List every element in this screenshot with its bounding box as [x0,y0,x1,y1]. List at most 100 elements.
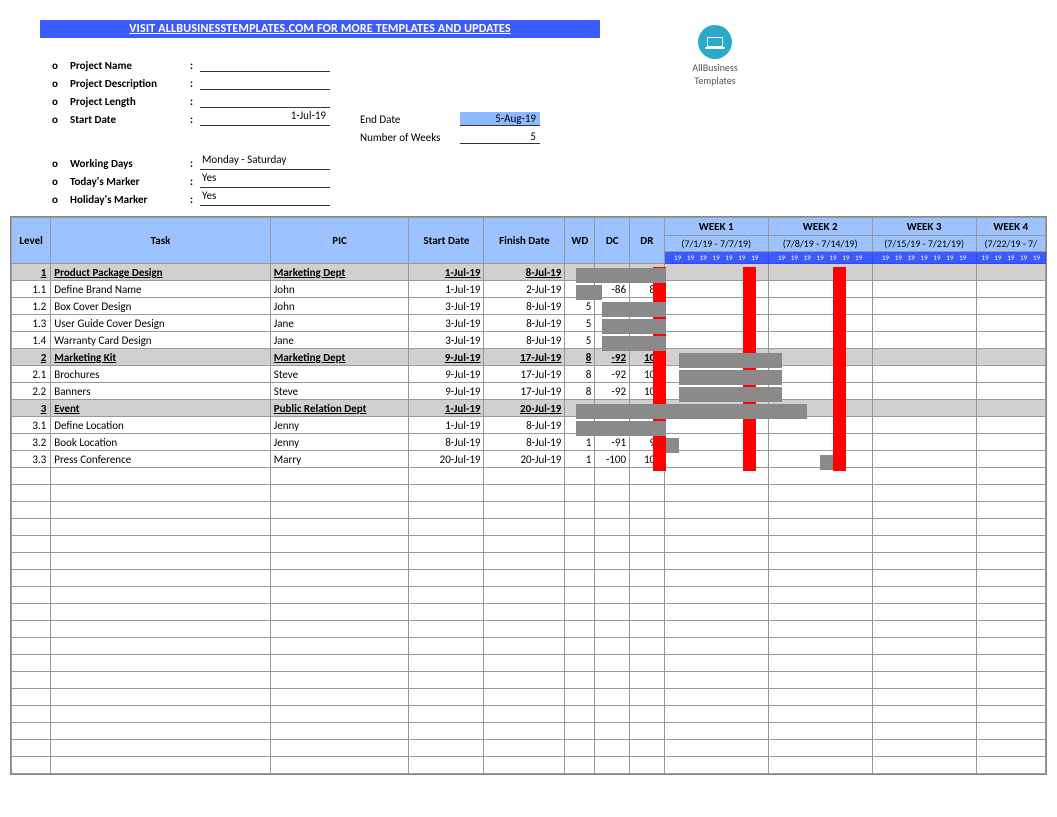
cell-level[interactable]: 1.2 [12,298,51,315]
col-level[interactable]: Level [12,218,51,264]
cell-task[interactable]: Brochures [51,366,271,383]
col-dc[interactable]: DC [595,218,630,264]
cell-level[interactable]: 3.2 [12,434,51,451]
cell-task[interactable]: Banners [51,383,271,400]
cell-start[interactable]: 9-Jul-19 [409,349,484,366]
cell-pic[interactable]: Steve [270,383,409,400]
cell-start[interactable]: 1-Jul-19 [409,264,484,281]
cell-finish[interactable]: 8-Jul-19 [484,315,565,332]
cell-level[interactable]: 3.1 [12,417,51,434]
banner-link[interactable]: VISIT ALLBUSINESSTEMPLATES.COM FOR MORE … [40,20,600,38]
gantt-bar[interactable] [666,438,679,453]
cell-task[interactable]: Warranty Card Design [51,332,271,349]
cell-level[interactable]: 1.4 [12,332,51,349]
col-start[interactable]: Start Date [409,218,484,264]
gantt-bar[interactable] [576,421,666,436]
meta-extra-value[interactable]: 5 [460,130,540,144]
cell-level[interactable]: 3 [12,400,51,417]
meta-extra-value[interactable]: 5-Aug-19 [460,112,540,126]
cell-pic[interactable]: Jenny [270,434,409,451]
day-strip-cell: 19191919191919 [768,252,872,264]
col-finish[interactable]: Finish Date [484,218,565,264]
cell-finish[interactable]: 8-Jul-19 [484,332,565,349]
cell-finish[interactable]: 8-Jul-19 [484,264,565,281]
meta-label: Project Length [70,95,190,108]
cell-level[interactable]: 1.1 [12,281,51,298]
cell-pic[interactable]: John [270,298,409,315]
cell-task[interactable]: Define Location [51,417,271,434]
cell-start[interactable]: 1-Jul-19 [409,400,484,417]
cell-level[interactable]: 2.1 [12,366,51,383]
gantt-bar[interactable] [679,353,782,368]
col-week4[interactable]: WEEK 4 [976,218,1045,236]
logo[interactable]: AllBusiness Templates [680,25,750,87]
cell-task[interactable]: Press Conference [51,451,271,468]
cell-pic[interactable]: Marketing Dept [270,264,409,281]
gantt-bar[interactable] [820,455,833,470]
cell-finish[interactable]: 17-Jul-19 [484,366,565,383]
cell-pic[interactable]: Steve [270,366,409,383]
gantt-bar[interactable] [679,387,782,402]
cell-level[interactable]: 1.3 [12,315,51,332]
cell-finish[interactable]: 8-Jul-19 [484,298,565,315]
col-task[interactable]: Task [51,218,271,264]
cell-level[interactable]: 1 [12,264,51,281]
cell-task[interactable]: Book Location [51,434,271,451]
meta-value[interactable]: 1-Jul-19 [200,109,330,126]
meta-value[interactable] [200,73,330,90]
cell-level[interactable]: 3.3 [12,451,51,468]
col-pic[interactable]: PIC [270,218,409,264]
cell-start[interactable]: 8-Jul-19 [409,434,484,451]
cell-start[interactable]: 3-Jul-19 [409,315,484,332]
col-dr[interactable]: DR [630,218,665,264]
cell-pic[interactable]: Marry [270,451,409,468]
cell-pic[interactable]: Jane [270,315,409,332]
cell-finish[interactable]: 2-Jul-19 [484,281,565,298]
cell-task[interactable]: Event [51,400,271,417]
cell-start[interactable]: 1-Jul-19 [409,417,484,434]
cell-pic[interactable]: Jane [270,332,409,349]
meta-value[interactable] [200,55,330,72]
meta-value[interactable]: Yes [200,189,330,206]
gantt-bar[interactable] [576,268,666,283]
col-week1[interactable]: WEEK 1 [664,218,768,236]
cell-finish[interactable]: 20-Jul-19 [484,400,565,417]
meta-value[interactable]: Monday - Saturday [200,153,330,170]
cell-level[interactable]: 2.2 [12,383,51,400]
cell-pic[interactable]: John [270,281,409,298]
bullet-icon: o [40,95,70,108]
cell-start[interactable]: 20-Jul-19 [409,451,484,468]
cell-finish[interactable]: 17-Jul-19 [484,349,565,366]
col-week2[interactable]: WEEK 2 [768,218,872,236]
gantt-bar[interactable] [679,370,782,385]
cell-task[interactable]: Marketing Kit [51,349,271,366]
cell-start[interactable]: 9-Jul-19 [409,383,484,400]
gantt-bar[interactable] [576,285,602,300]
cell-task[interactable]: User Guide Cover Design [51,315,271,332]
cell-finish[interactable]: 20-Jul-19 [484,451,565,468]
meta-value[interactable] [200,91,330,108]
cell-pic[interactable]: Public Relation Dept [270,400,409,417]
gantt-bar[interactable] [602,302,666,317]
cell-task[interactable]: Box Cover Design [51,298,271,315]
cell-start[interactable]: 1-Jul-19 [409,281,484,298]
cell-pic[interactable]: Jenny [270,417,409,434]
col-week3[interactable]: WEEK 3 [872,218,976,236]
cell-task[interactable]: Product Package Design [51,264,271,281]
cell-finish[interactable]: 8-Jul-19 [484,417,565,434]
gantt-bar[interactable] [602,336,666,351]
gantt-bar[interactable] [576,404,807,419]
meta-value[interactable]: Yes [200,171,330,188]
cell-pic[interactable]: Marketing Dept [270,349,409,366]
cell-finish[interactable]: 17-Jul-19 [484,383,565,400]
cell-start[interactable]: 3-Jul-19 [409,332,484,349]
col-wd[interactable]: WD [565,218,595,264]
cell-start[interactable]: 9-Jul-19 [409,366,484,383]
cell-task[interactable]: Define Brand Name [51,281,271,298]
day-strip-cell: 19191919191919 [872,252,976,264]
cell-start[interactable]: 3-Jul-19 [409,298,484,315]
cell-level[interactable]: 2 [12,349,51,366]
meta-label: Project Description [70,77,190,90]
cell-finish[interactable]: 8-Jul-19 [484,434,565,451]
gantt-bar[interactable] [602,319,666,334]
